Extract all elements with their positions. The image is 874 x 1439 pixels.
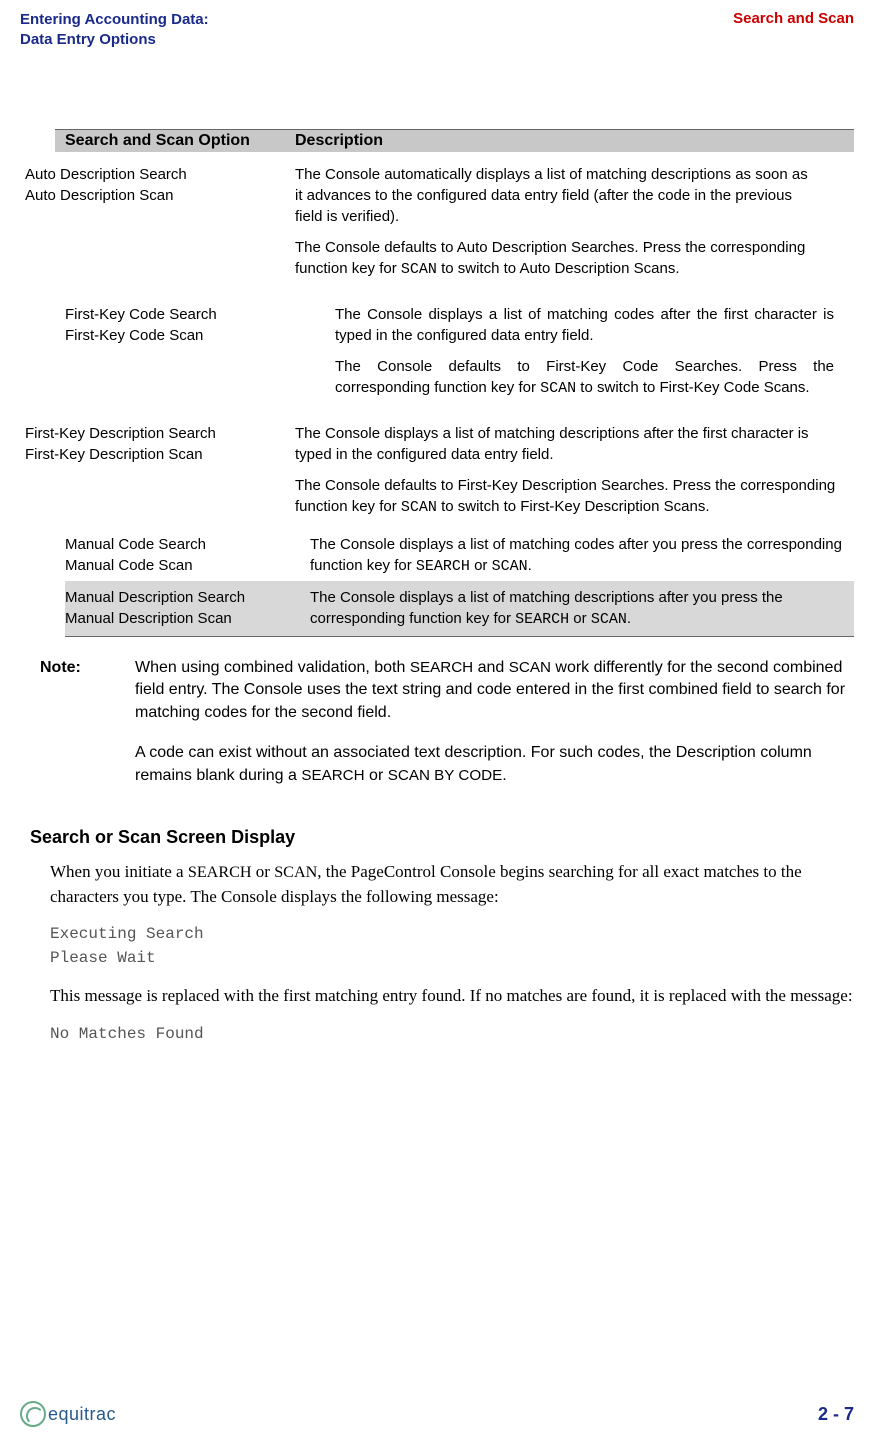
table-row: First-Key Code Search First-Key Code Sca… <box>65 292 854 411</box>
table-header-option: Search and Scan Option <box>65 132 295 150</box>
option-cell: Auto Description Search Auto Description… <box>25 164 295 280</box>
code-line: Executing Search <box>50 922 854 946</box>
code-block: No Matches Found <box>50 1022 854 1046</box>
logo: equitrac <box>20 1401 116 1427</box>
note-block: Note: When using combined validation, bo… <box>40 657 854 805</box>
page-header: Entering Accounting Data: Data Entry Opt… <box>0 0 874 49</box>
code-block: Executing Search Please Wait <box>50 922 854 970</box>
option-line: Manual Description Search <box>65 587 300 608</box>
option-cell: First-Key Code Search First-Key Code Sca… <box>65 304 335 399</box>
desc-paragraph: The Console automatically displays a lis… <box>295 164 814 227</box>
option-line: Manual Description Scan <box>65 608 300 629</box>
body-paragraph: When you initiate a SEARCH or SCAN, the … <box>50 860 854 908</box>
table-row: Manual Description Search Manual Descrip… <box>65 581 854 637</box>
header-right: Search and Scan <box>733 10 854 49</box>
logo-swirl-icon <box>20 1401 46 1427</box>
options-table: Search and Scan Option Description Auto … <box>55 129 854 637</box>
table-header-desc: Description <box>295 132 844 150</box>
option-line: First-Key Description Scan <box>25 444 285 465</box>
note-paragraph: When using combined validation, both SEA… <box>135 657 854 724</box>
table-header-row: Search and Scan Option Description <box>55 129 854 152</box>
option-line: First-Key Code Scan <box>65 325 325 346</box>
code-line: No Matches Found <box>50 1022 854 1046</box>
section-heading: Search or Scan Screen Display <box>30 827 854 848</box>
desc-cell: The Console displays a list of matching … <box>295 423 854 518</box>
desc-cell: The Console automatically displays a lis… <box>295 164 854 280</box>
content-area: Search and Scan Option Description Auto … <box>0 129 874 1046</box>
desc-paragraph: The Console defaults to First-Key Code S… <box>335 356 834 399</box>
option-line: First-Key Code Search <box>65 304 325 325</box>
note-paragraph: A code can exist without an associated t… <box>135 742 854 787</box>
desc-cell: The Console displays a list of matching … <box>335 304 854 399</box>
note-label: Note: <box>40 657 135 805</box>
option-cell: First-Key Description Search First-Key D… <box>25 423 295 518</box>
note-body: When using combined validation, both SEA… <box>135 657 854 805</box>
header-title-line1: Entering Accounting Data: <box>20 10 209 30</box>
desc-paragraph: The Console defaults to First-Key Descri… <box>295 475 844 518</box>
option-line: Auto Description Scan <box>25 185 285 206</box>
option-line: First-Key Description Search <box>25 423 285 444</box>
logo-text: equitrac <box>48 1404 116 1425</box>
page-footer: equitrac 2 - 7 <box>20 1401 854 1427</box>
body-paragraph: This message is replaced with the first … <box>50 984 854 1008</box>
header-left: Entering Accounting Data: Data Entry Opt… <box>20 10 209 49</box>
desc-paragraph: The Console displays a list of matching … <box>295 423 844 465</box>
desc-paragraph: The Console displays a list of matching … <box>335 304 834 346</box>
option-cell: Manual Description Search Manual Descrip… <box>65 587 310 630</box>
option-line: Manual Code Scan <box>65 555 300 576</box>
option-cell: Manual Code Search Manual Code Scan <box>65 534 310 577</box>
desc-paragraph: The Console defaults to Auto Description… <box>295 237 814 280</box>
desc-cell: The Console displays a list of matching … <box>310 587 854 630</box>
option-line: Auto Description Search <box>25 164 285 185</box>
code-line: Please Wait <box>50 946 854 970</box>
desc-paragraph: The Console displays a list of matching … <box>310 534 854 577</box>
table-row: Auto Description Search Auto Description… <box>25 152 854 292</box>
header-title-line2: Data Entry Options <box>20 30 209 50</box>
desc-paragraph: The Console displays a list of matching … <box>310 587 854 630</box>
page-number: 2 - 7 <box>818 1404 854 1425</box>
desc-cell: The Console displays a list of matching … <box>310 534 854 577</box>
option-line: Manual Code Search <box>65 534 300 555</box>
table-row: Manual Code Search Manual Code Scan The … <box>65 530 854 581</box>
table-row: First-Key Description Search First-Key D… <box>25 411 854 530</box>
